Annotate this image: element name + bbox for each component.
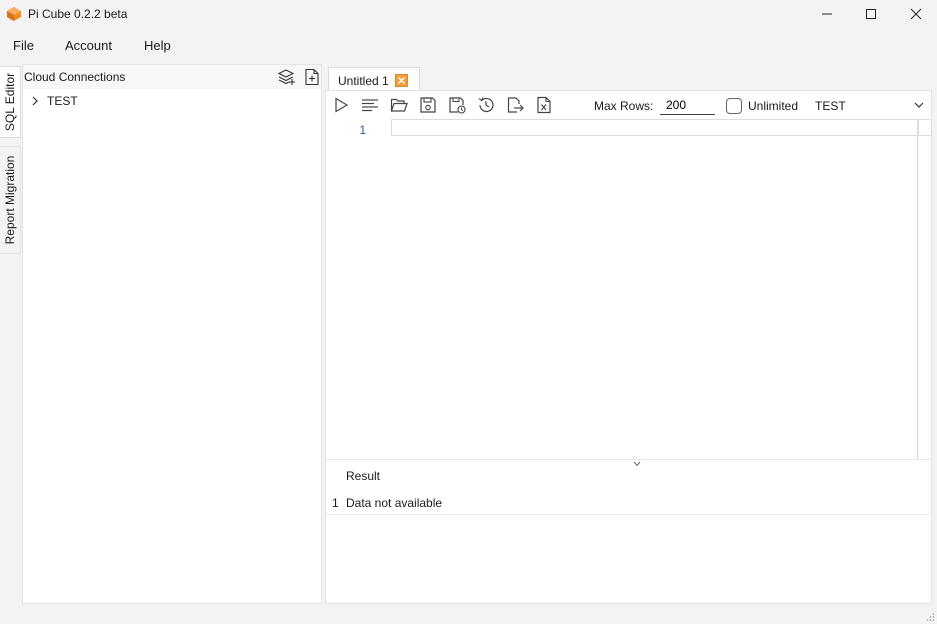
chevron-down-icon <box>914 102 924 108</box>
connections-title: Cloud Connections <box>24 70 126 84</box>
status-bar <box>0 604 937 624</box>
max-rows-input[interactable] <box>660 96 715 115</box>
run-icon <box>335 97 349 113</box>
close-tab-button[interactable] <box>395 74 408 87</box>
excel-export-icon <box>537 96 551 114</box>
tab-report-migration-label: Report Migration <box>3 155 17 245</box>
result-row-number: 1 <box>332 496 339 510</box>
connection-select[interactable]: TEST <box>813 96 928 115</box>
open-button[interactable] <box>390 96 408 114</box>
unlimited-checkbox[interactable] <box>726 98 742 114</box>
tab-sql-editor-label: SQL Editor <box>3 72 17 132</box>
result-header: Result <box>346 469 381 483</box>
code-line-end <box>918 119 932 136</box>
maximize-button[interactable] <box>848 0 894 28</box>
export-button[interactable] <box>506 96 524 114</box>
title-bar[interactable]: Pi Cube 0.2.2 beta <box>0 0 937 30</box>
menu-bar: File Account Help <box>0 30 937 60</box>
tree-item-test[interactable]: TEST <box>23 92 321 110</box>
close-window-button[interactable] <box>893 0 937 28</box>
format-button[interactable] <box>361 96 379 114</box>
tree-item-label: TEST <box>47 94 78 108</box>
tab-sql-editor[interactable]: SQL Editor <box>0 66 21 138</box>
export-icon <box>507 97 524 113</box>
resize-grip-icon[interactable] <box>925 612 935 622</box>
tab-untitled-1-label: Untitled 1 <box>338 74 389 88</box>
code-line[interactable] <box>391 119 918 136</box>
connection-select-value: TEST <box>815 99 846 113</box>
connections-header: Cloud Connections <box>23 65 321 89</box>
chevron-down-icon <box>633 461 641 467</box>
result-splitter[interactable] <box>326 459 931 467</box>
format-icon <box>362 99 378 112</box>
close-icon <box>398 77 405 84</box>
window-title: Pi Cube 0.2.2 beta <box>28 7 128 21</box>
tab-report-migration[interactable]: Report Migration <box>0 146 21 254</box>
save-button[interactable] <box>419 96 437 114</box>
max-rows-label: Max Rows: <box>594 99 654 113</box>
line-number: 1 <box>359 123 366 137</box>
minimize-button[interactable] <box>804 0 850 28</box>
save-as-button[interactable] <box>448 96 466 114</box>
history-button[interactable] <box>477 96 495 114</box>
editor-scrollbar[interactable] <box>917 136 918 459</box>
save-as-icon <box>449 97 466 114</box>
side-tab-strip: SQL Editor Report Migration <box>0 64 22 604</box>
excel-export-button[interactable] <box>535 96 553 114</box>
minimize-icon <box>822 13 832 15</box>
menu-help[interactable]: Help <box>144 38 171 53</box>
maximize-icon <box>866 9 876 19</box>
history-icon <box>478 97 494 113</box>
chevron-right-icon[interactable] <box>30 95 40 107</box>
line-gutter: 1 <box>326 119 386 139</box>
run-button[interactable] <box>332 96 350 114</box>
new-file-icon[interactable] <box>303 68 321 86</box>
table-row[interactable]: 1 Data not available <box>326 491 931 515</box>
editor-tab-strip: Untitled 1 <box>325 64 937 91</box>
connections-panel: Cloud Connections TEST <box>22 64 322 604</box>
sql-editor: Max Rows: Unlimited TEST 1 Result 1 Data… <box>325 90 932 604</box>
menu-file[interactable]: File <box>13 38 34 53</box>
close-icon <box>910 8 922 20</box>
unlimited-label: Unlimited <box>748 99 799 113</box>
editor-panel: Untitled 1 Max Rows: 200 Unlimited TEST … <box>325 64 937 604</box>
editor-toolbar: Max Rows: Unlimited TEST <box>326 91 931 119</box>
result-row-text: Data not available <box>346 496 443 510</box>
tab-untitled-1[interactable]: Untitled 1 <box>328 67 420 91</box>
app-logo-icon <box>7 7 21 21</box>
menu-account[interactable]: Account <box>65 38 112 53</box>
save-icon <box>420 97 436 113</box>
open-folder-icon <box>390 98 408 112</box>
layers-add-icon[interactable] <box>278 68 296 86</box>
